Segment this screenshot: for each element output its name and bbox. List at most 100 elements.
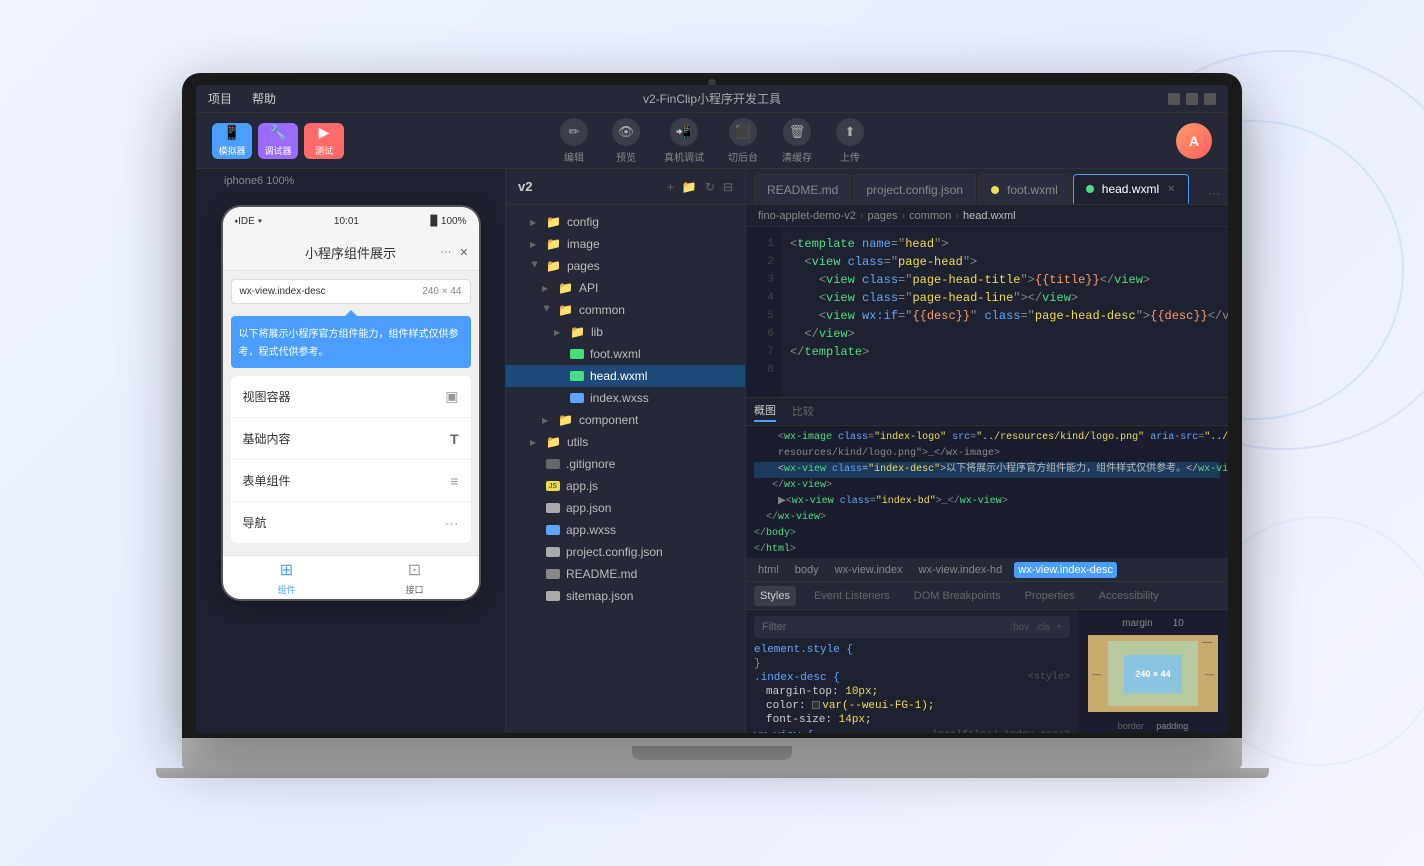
phone-close-icon[interactable]: ✕ (459, 246, 468, 259)
breadcrumb-common[interactable]: common (909, 210, 951, 222)
style-tab-properties[interactable]: Properties (1019, 586, 1081, 606)
action-upload[interactable]: ⬆ 上传 (836, 118, 864, 164)
filter-input[interactable]: Filter (762, 621, 1002, 633)
line-num-2: 2 (746, 253, 782, 271)
nav-item-views-label: 视图容器 (243, 388, 291, 405)
filter-hover-btn[interactable]: :hov (1010, 622, 1029, 633)
tree-item-api[interactable]: ▶ 📁 API (506, 277, 745, 299)
breadcrumb-root[interactable]: fino-applet-demo-v2 (758, 210, 856, 222)
tree-item-pages[interactable]: ▶ 📁 pages (506, 255, 745, 277)
box-margin-left: — (1092, 669, 1101, 679)
preview-tab-compare[interactable]: 比较 (792, 403, 814, 421)
refresh-icon[interactable]: ↻ (705, 180, 715, 194)
tab-readme[interactable]: README.md (754, 174, 851, 204)
tree-item-project-json[interactable]: ▶ project.config.json (506, 541, 745, 563)
elem-tag-html[interactable]: html (754, 562, 783, 578)
rule-element-close: } (754, 658, 761, 670)
tree-item-utils[interactable]: ▶ 📁 utils (506, 431, 745, 453)
phone-tab-api[interactable]: ⊡ 接口 (405, 560, 423, 596)
html-line-5: ▶<wx-view class="index-bd">_</wx-view> (754, 494, 1220, 510)
filter-add-btn[interactable]: + (1056, 622, 1062, 633)
edit-icon: ✏ (560, 118, 588, 146)
tree-item-config[interactable]: ▶ 📁 config (506, 211, 745, 233)
tree-item-common[interactable]: ▶ 📁 common (506, 299, 745, 321)
action-edit[interactable]: ✏ 编辑 (560, 118, 588, 164)
win-close[interactable] (1204, 93, 1216, 105)
rule-index-desc-source: <style> (1028, 672, 1070, 683)
action-clear-cache[interactable]: 🗑 清缓存 (782, 118, 812, 164)
elem-tag-wx-view-desc[interactable]: wx-view.index-desc (1014, 562, 1117, 578)
nav-item-forms[interactable]: 表单组件 ≡ (231, 460, 471, 502)
editor-tab-bar: README.md project.config.json foot.wxml (746, 169, 1228, 205)
new-folder-icon[interactable]: 📁 (682, 180, 697, 194)
nav-item-content[interactable]: 基础内容 T (231, 418, 471, 460)
html-line-8: </html> (754, 542, 1220, 558)
elem-tag-body[interactable]: body (791, 562, 823, 578)
file-panel-title: v2 (518, 179, 532, 194)
tree-item-foot-wxml[interactable]: ▶ foot.wxml (506, 343, 745, 365)
folder-icon-common: 📁 (558, 303, 573, 317)
folder-icon-image: 📁 (546, 237, 561, 251)
debugger-label: 调试器 (264, 144, 291, 157)
elem-tag-wx-view-hd[interactable]: wx-view.index-hd (915, 562, 1007, 578)
new-file-icon[interactable]: + (667, 180, 674, 194)
box-model-labels: border padding (1118, 716, 1189, 733)
action-device-debug[interactable]: 📲 真机调试 (664, 118, 704, 164)
style-tab-accessibility[interactable]: Accessibility (1093, 586, 1165, 606)
tab-head-wxml[interactable]: head.wxml ✕ (1073, 174, 1189, 204)
debugger-button[interactable]: 🔧 调试器 (258, 123, 298, 159)
tab-project-json[interactable]: project.config.json (853, 174, 976, 204)
box-border: 240 × 44 (1108, 641, 1198, 706)
box-padding-label: padding (1156, 721, 1188, 731)
collapse-icon[interactable]: ⊟ (723, 180, 733, 194)
tree-item-sitemap[interactable]: ▶ sitemap.json (506, 585, 745, 607)
elem-tag-wx-view-index[interactable]: wx-view.index (831, 562, 907, 578)
tree-arrow-config: ▶ (530, 218, 540, 227)
preview-tab-overview[interactable]: 概图 (754, 402, 776, 422)
tree-item-readme[interactable]: ▶ README.md (506, 563, 745, 585)
style-tab-styles[interactable]: Styles (754, 586, 796, 606)
tab-more-icon[interactable]: ··· (1208, 186, 1220, 200)
tree-item-app-json[interactable]: ▶ app.json (506, 497, 745, 519)
file-panel-actions: + 📁 ↻ ⊟ (667, 180, 733, 194)
code-editor[interactable]: 1 2 3 4 5 6 7 8 <templa (746, 227, 1228, 397)
device-debug-icon: 📲 (670, 118, 698, 146)
component-tab-label: 组件 (277, 583, 295, 596)
test-button[interactable]: ▶ 测试 (304, 123, 344, 159)
tree-item-app-js[interactable]: ▶ JS app.js (506, 475, 745, 497)
style-tab-listeners[interactable]: Event Listeners (808, 586, 896, 606)
toolbar-center: ✏ 编辑 👁 预览 📲 真机调试 ⬛ 切后台 (560, 118, 864, 164)
phone-desc-block: 以下将展示小程序官方组件能力，组件样式仅供参考，程式代供参考。 (231, 316, 471, 368)
nav-item-nav[interactable]: 导航 ··· (231, 502, 471, 543)
filter-cls-btn[interactable]: .cls (1035, 622, 1050, 633)
breadcrumb-current: head.wxml (963, 210, 1016, 222)
tree-item-gitignore[interactable]: ▶ .gitignore (506, 453, 745, 475)
menu-project[interactable]: 项目 (208, 90, 232, 107)
action-preview[interactable]: 👁 预览 (612, 118, 640, 164)
nav-item-views[interactable]: 视图容器 ▣ (231, 376, 471, 418)
phone-tab-component[interactable]: ⊞ 组件 (277, 560, 295, 596)
line-num-4: 4 (746, 289, 782, 307)
file-icon-readme (546, 569, 560, 579)
tree-item-app-wxss[interactable]: ▶ app.wxss (506, 519, 745, 541)
tree-item-head-wxml[interactable]: ▶ head.wxml (506, 365, 745, 387)
tree-item-lib[interactable]: ▶ 📁 lib (506, 321, 745, 343)
tree-label-api: API (579, 281, 598, 295)
tree-item-index-wxss[interactable]: ▶ index.wxss (506, 387, 745, 409)
tree-label-app-wxss: app.wxss (566, 523, 616, 537)
code-content[interactable]: <template name="head"> <view class="page… (782, 227, 1228, 397)
menu-help[interactable]: 帮助 (252, 90, 276, 107)
breadcrumb-pages[interactable]: pages (868, 210, 898, 222)
style-tab-breakpoints[interactable]: DOM Breakpoints (908, 586, 1007, 606)
win-maximize[interactable] (1186, 93, 1198, 105)
action-background[interactable]: ⬛ 切后台 (728, 118, 758, 164)
phone-more-icon[interactable]: ··· (440, 246, 451, 259)
user-avatar[interactable]: A (1176, 123, 1212, 159)
laptop-screen: 项目 帮助 v2-FinClip小程序开发工具 📱 模 (196, 85, 1228, 733)
simulator-button[interactable]: 📱 模拟器 (212, 123, 252, 159)
tree-item-component[interactable]: ▶ 📁 component (506, 409, 745, 431)
tree-item-image[interactable]: ▶ 📁 image (506, 233, 745, 255)
tab-foot-wxml[interactable]: foot.wxml (978, 174, 1071, 204)
tab-head-close[interactable]: ✕ (1167, 184, 1175, 195)
win-minimize[interactable] (1168, 93, 1180, 105)
